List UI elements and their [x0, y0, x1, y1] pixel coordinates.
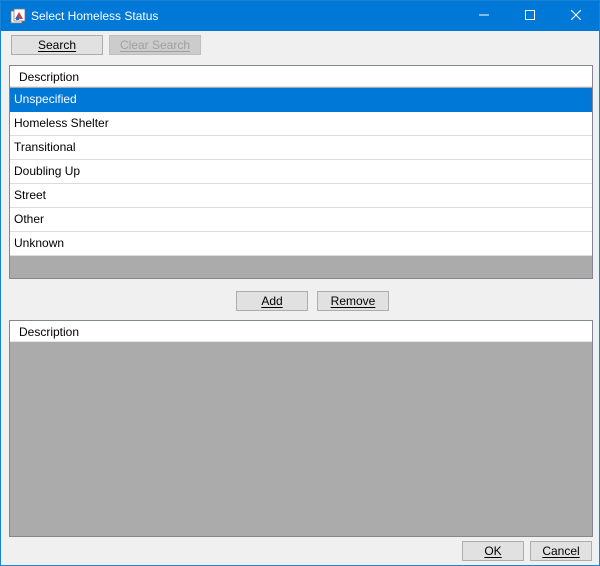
minimize-icon — [479, 9, 489, 23]
title-bar[interactable]: Select Homeless Status — [1, 1, 599, 31]
remove-button[interactable]: Remove — [317, 291, 389, 311]
selected-statuses-grid[interactable]: Description — [9, 320, 593, 537]
cancel-button[interactable]: Cancel — [530, 541, 592, 561]
available-grid-rows: Unspecified Homeless Shelter Transitiona… — [10, 88, 592, 256]
ok-button-label: OK — [484, 544, 502, 558]
list-item[interactable]: Transitional — [10, 136, 592, 160]
search-button[interactable]: Search — [11, 35, 103, 55]
minimize-button[interactable] — [461, 1, 507, 31]
list-item[interactable]: Street — [10, 184, 592, 208]
list-item[interactable]: Unspecified — [10, 88, 592, 112]
cancel-button-label: Cancel — [542, 544, 580, 558]
list-item[interactable]: Unknown — [10, 232, 592, 256]
description-column-header: Description — [19, 70, 80, 84]
list-item[interactable]: Doubling Up — [10, 160, 592, 184]
description-column-header: Description — [19, 325, 80, 339]
ok-button[interactable]: OK — [462, 541, 524, 561]
available-grid-header[interactable]: Description — [10, 66, 592, 87]
window-title: Select Homeless Status — [31, 9, 159, 23]
list-item[interactable]: Homeless Shelter — [10, 112, 592, 136]
list-item[interactable]: Other — [10, 208, 592, 232]
add-button[interactable]: Add — [236, 291, 308, 311]
maximize-button[interactable] — [507, 1, 553, 31]
available-statuses-grid[interactable]: Description Unspecified Homeless Shelter… — [9, 65, 593, 279]
close-button[interactable] — [553, 1, 599, 31]
dialog-window: Select Homeless Status Search Clear Sear… — [0, 0, 600, 566]
maximize-icon — [525, 9, 535, 23]
add-button-label: Add — [261, 294, 283, 308]
remove-button-label: Remove — [330, 294, 376, 308]
search-button-label: Search — [37, 38, 77, 52]
clear-search-button[interactable]: Clear Search — [109, 35, 201, 55]
selected-grid-header[interactable]: Description — [10, 321, 592, 342]
close-icon — [570, 9, 582, 23]
clear-search-button-label: Clear Search — [119, 38, 191, 52]
app-icon — [10, 8, 26, 24]
